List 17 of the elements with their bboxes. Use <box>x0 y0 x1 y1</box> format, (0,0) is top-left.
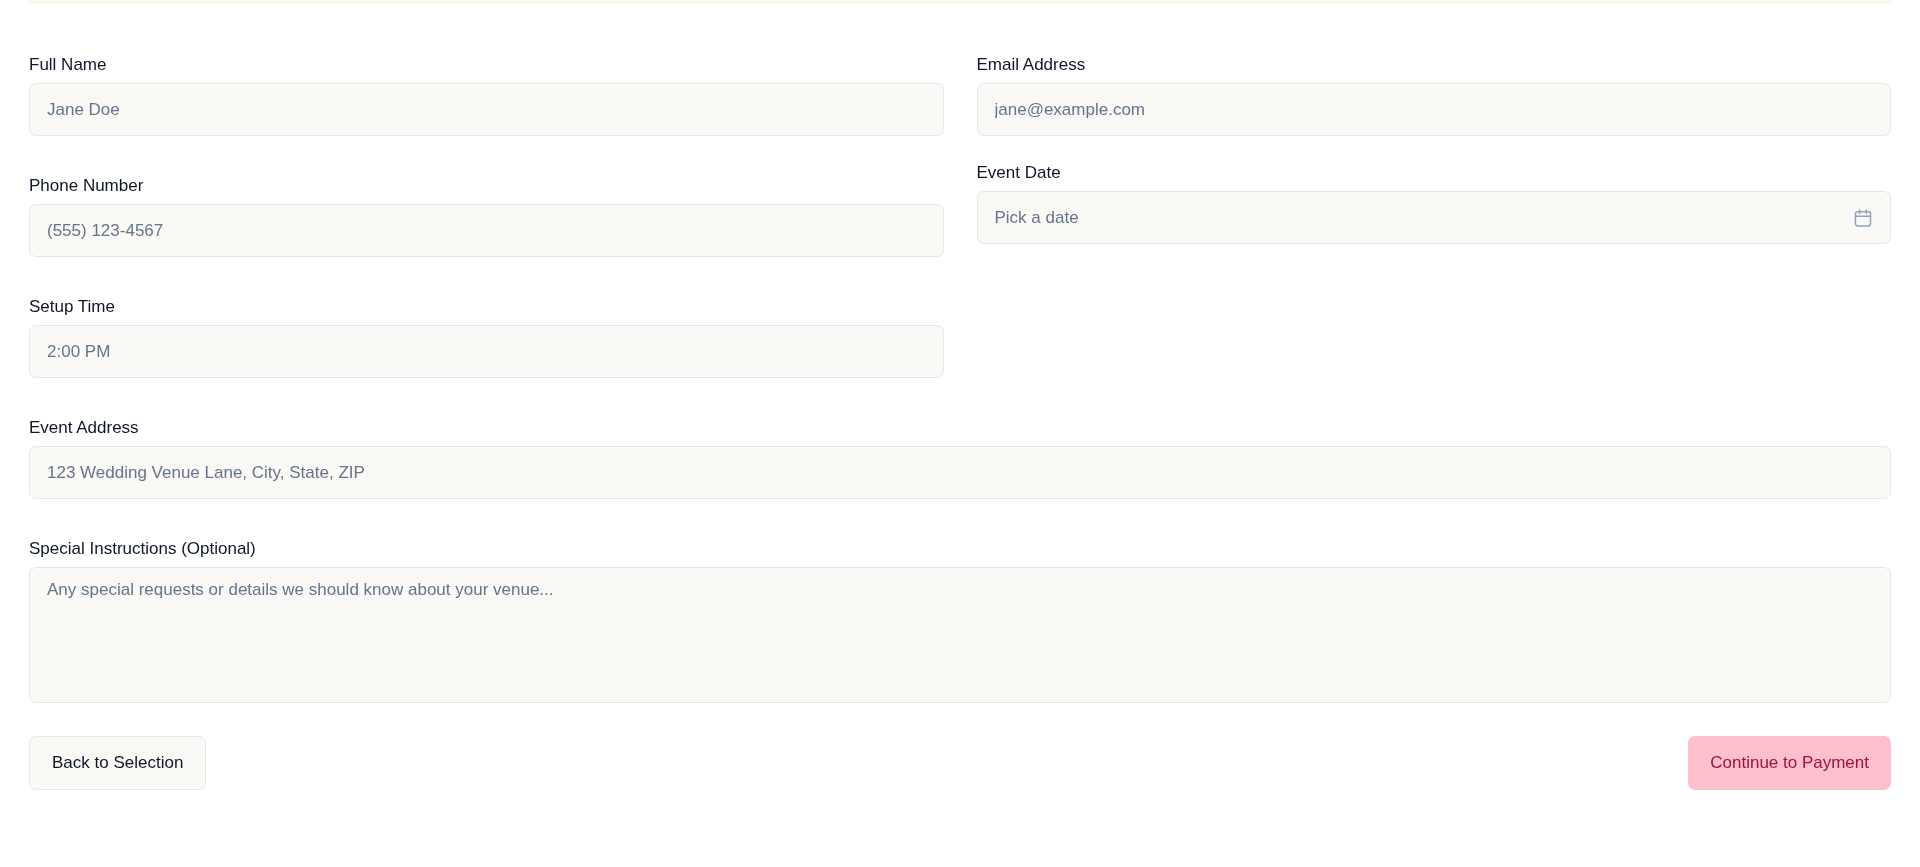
field-label: Email Address <box>976 55 1087 75</box>
field-label: Event Address <box>29 418 140 438</box>
input-field[interactable]: Jane Doe <box>29 83 944 136</box>
field-label: Event Date <box>976 163 1062 183</box>
continue-button[interactable]: Continue to Payment <box>1688 736 1891 790</box>
field-label: Full Name <box>29 55 108 75</box>
input-field[interactable]: 2:00 PM <box>29 325 944 378</box>
textarea-field[interactable]: Any special requests or details we should know about your venue... <box>29 567 1891 703</box>
field-label: Phone Number <box>29 176 145 196</box>
input-field[interactable]: 123 Wedding Venue Lane, City, State, ZIP <box>29 446 1891 499</box>
field-label: Setup Time <box>29 297 116 317</box>
back-button[interactable]: Back to Selection <box>29 736 207 790</box>
calendar-icon <box>1853 207 1873 228</box>
input-field[interactable]: (555) 123-4567 <box>29 204 944 257</box>
date-picker-field[interactable]: Pick a date <box>976 191 1891 244</box>
field-label: Special Instructions (Optional) <box>29 539 257 559</box>
input-field[interactable]: jane@example.com <box>976 83 1891 136</box>
